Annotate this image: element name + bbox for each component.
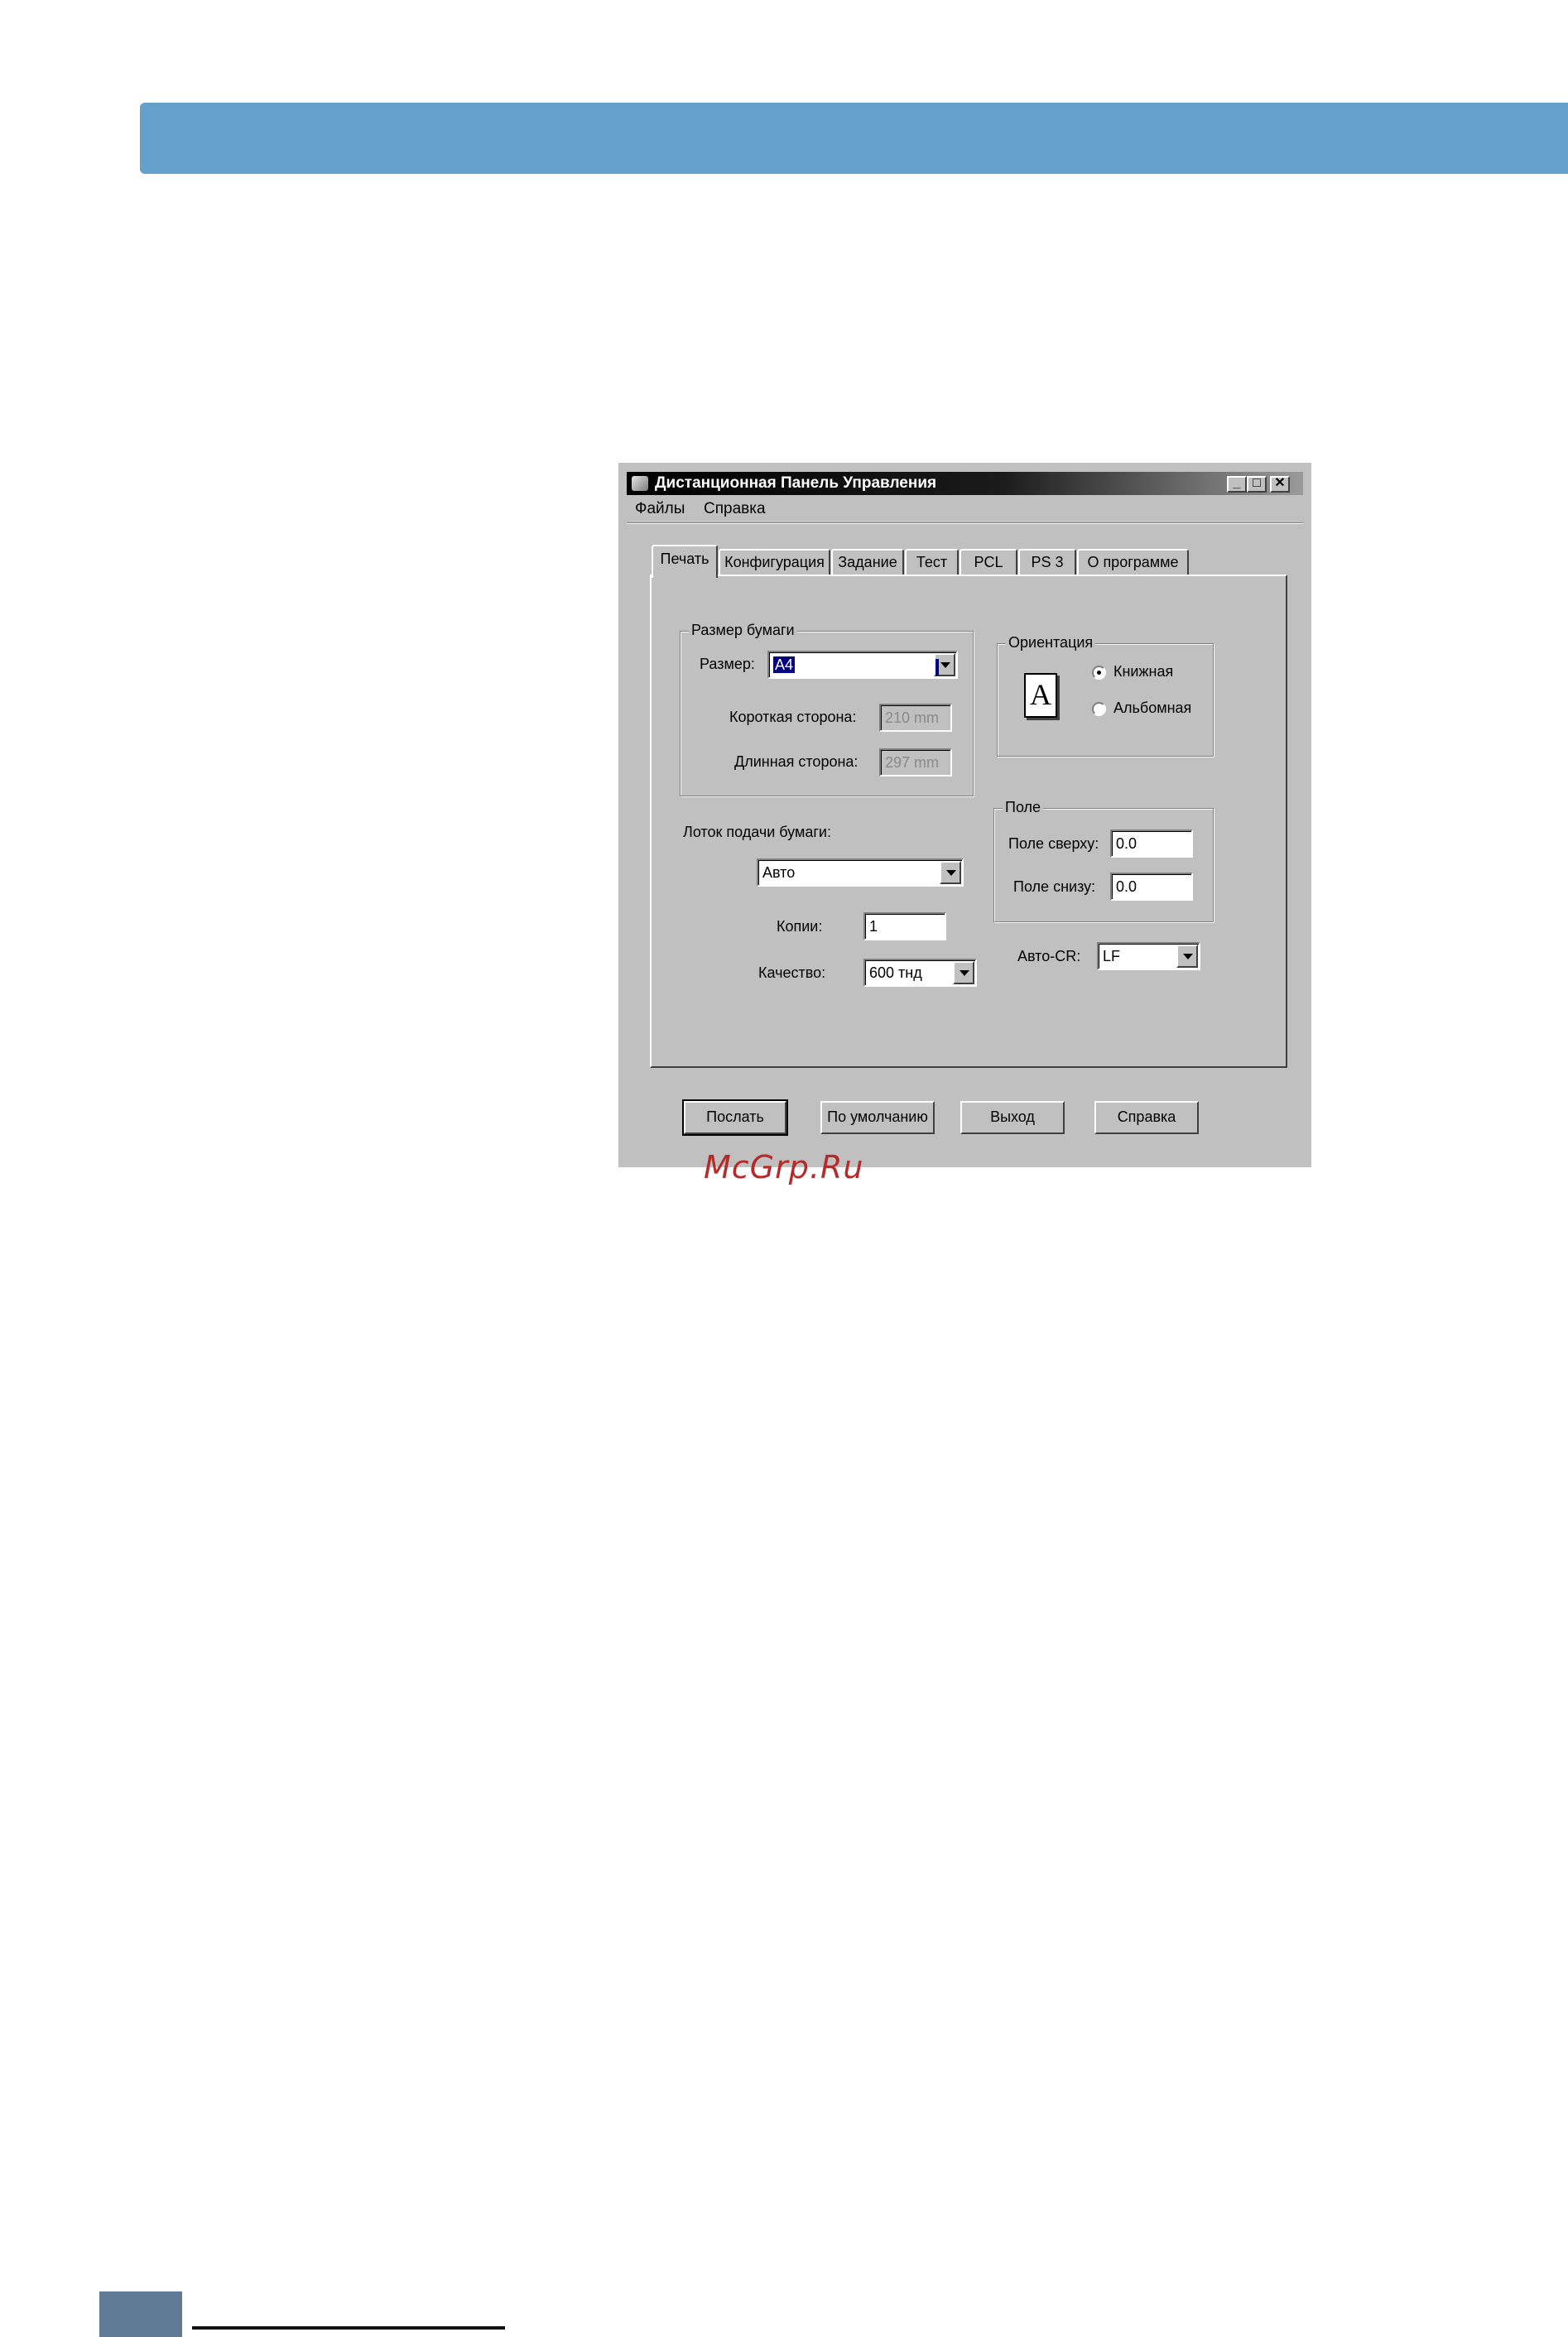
page-orientation-icon: A — [1024, 673, 1057, 718]
title-bar[interactable]: Дистанционная Панель Управления _ □ ✕ — [627, 472, 1303, 495]
long-side-label: Длинная сторона: — [734, 753, 859, 770]
maximize-icon: □ — [1253, 476, 1261, 490]
long-side-field: 297 mm — [879, 748, 952, 777]
quality-dropdown-button[interactable] — [953, 961, 974, 984]
menu-help[interactable]: Справка — [704, 500, 766, 518]
top-margin-label: Поле сверху: — [1008, 835, 1099, 852]
menu-files[interactable]: Файлы — [635, 500, 685, 518]
short-side-field: 210 mm — [879, 704, 952, 732]
tab-pcl[interactable]: PCL — [960, 549, 1017, 575]
chevron-down-icon — [936, 659, 939, 676]
footer-rule — [192, 2326, 505, 2330]
tab-ps3[interactable]: PS 3 — [1018, 549, 1076, 575]
auto-cr-label: Авто-CR: — [1017, 948, 1081, 964]
exit-button[interactable]: Выход — [960, 1101, 1065, 1134]
quality-select[interactable]: 600 тнд — [863, 959, 977, 987]
paper-tray-value: Авто — [762, 864, 796, 881]
page-orientation-letter: A — [1030, 678, 1051, 711]
menu-divider — [627, 522, 1303, 524]
minimize-button[interactable]: _ — [1227, 476, 1247, 493]
page-header-band — [140, 103, 1568, 174]
portrait-radio[interactable] — [1092, 666, 1106, 680]
menu-bar: Файлы Справка — [627, 498, 1303, 521]
quality-label: Качество: — [758, 964, 826, 981]
landscape-label[interactable]: Альбомная — [1113, 700, 1191, 717]
tab-job[interactable]: Задание — [831, 549, 904, 575]
paper-tray-label: Лоток подачи бумаги: — [683, 824, 831, 840]
footer-page-block — [99, 2291, 182, 2337]
close-icon: ✕ — [1274, 476, 1286, 490]
auto-cr-select[interactable]: LF — [1097, 942, 1200, 970]
tab-configuration[interactable]: Конфигурация — [719, 549, 830, 575]
auto-cr-value: LF — [1103, 948, 1121, 964]
watermark: McGrp.Ru — [704, 1149, 864, 1185]
copies-label: Копии: — [777, 918, 823, 935]
window-title: Дистанционная Панель Управления — [655, 474, 937, 492]
paper-size-label: Размер: — [700, 656, 755, 672]
help-button[interactable]: Справка — [1094, 1101, 1199, 1134]
paper-size-group-label: Размер бумаги — [689, 622, 797, 639]
copies-input[interactable]: 1 — [863, 912, 946, 940]
landscape-radio[interactable] — [1092, 702, 1106, 716]
minimize-icon: _ — [1233, 476, 1241, 490]
tab-test[interactable]: Тест — [905, 549, 959, 575]
paper-size-value: A4 — [773, 656, 796, 673]
auto-cr-dropdown-button[interactable] — [1176, 945, 1198, 968]
send-button[interactable]: Послать — [682, 1099, 788, 1136]
print-tab-panel: Размер бумаги Размер: A4 Короткая сторон… — [650, 575, 1287, 1068]
short-side-label: Короткая сторона: — [729, 709, 857, 725]
paper-size-dropdown-button[interactable] — [934, 653, 955, 676]
maximize-button[interactable]: □ — [1247, 476, 1267, 493]
quality-value: 600 тнд — [869, 964, 922, 981]
tab-about[interactable]: О программе — [1077, 549, 1189, 575]
margins-group: Поле — [993, 799, 1214, 922]
portrait-label[interactable]: Книжная — [1113, 663, 1173, 680]
remote-control-panel-window: Дистанционная Панель Управления _ □ ✕ Фа… — [618, 463, 1311, 1167]
orientation-group-label: Ориентация — [1006, 634, 1096, 652]
bottom-margin-label: Поле снизу: — [1013, 878, 1096, 895]
paper-tray-select[interactable]: Авто — [757, 858, 964, 887]
paper-size-select[interactable]: A4 — [767, 651, 958, 679]
app-icon — [632, 476, 648, 491]
margins-group-label: Поле — [1003, 799, 1044, 816]
top-margin-input[interactable]: 0.0 — [1110, 829, 1193, 858]
paper-tray-dropdown-button[interactable] — [940, 861, 961, 884]
defaults-button[interactable]: По умолчанию — [820, 1101, 935, 1134]
tab-print[interactable]: Печать — [652, 545, 718, 578]
bottom-margin-input[interactable]: 0.0 — [1110, 873, 1193, 901]
close-button[interactable]: ✕ — [1270, 476, 1290, 493]
